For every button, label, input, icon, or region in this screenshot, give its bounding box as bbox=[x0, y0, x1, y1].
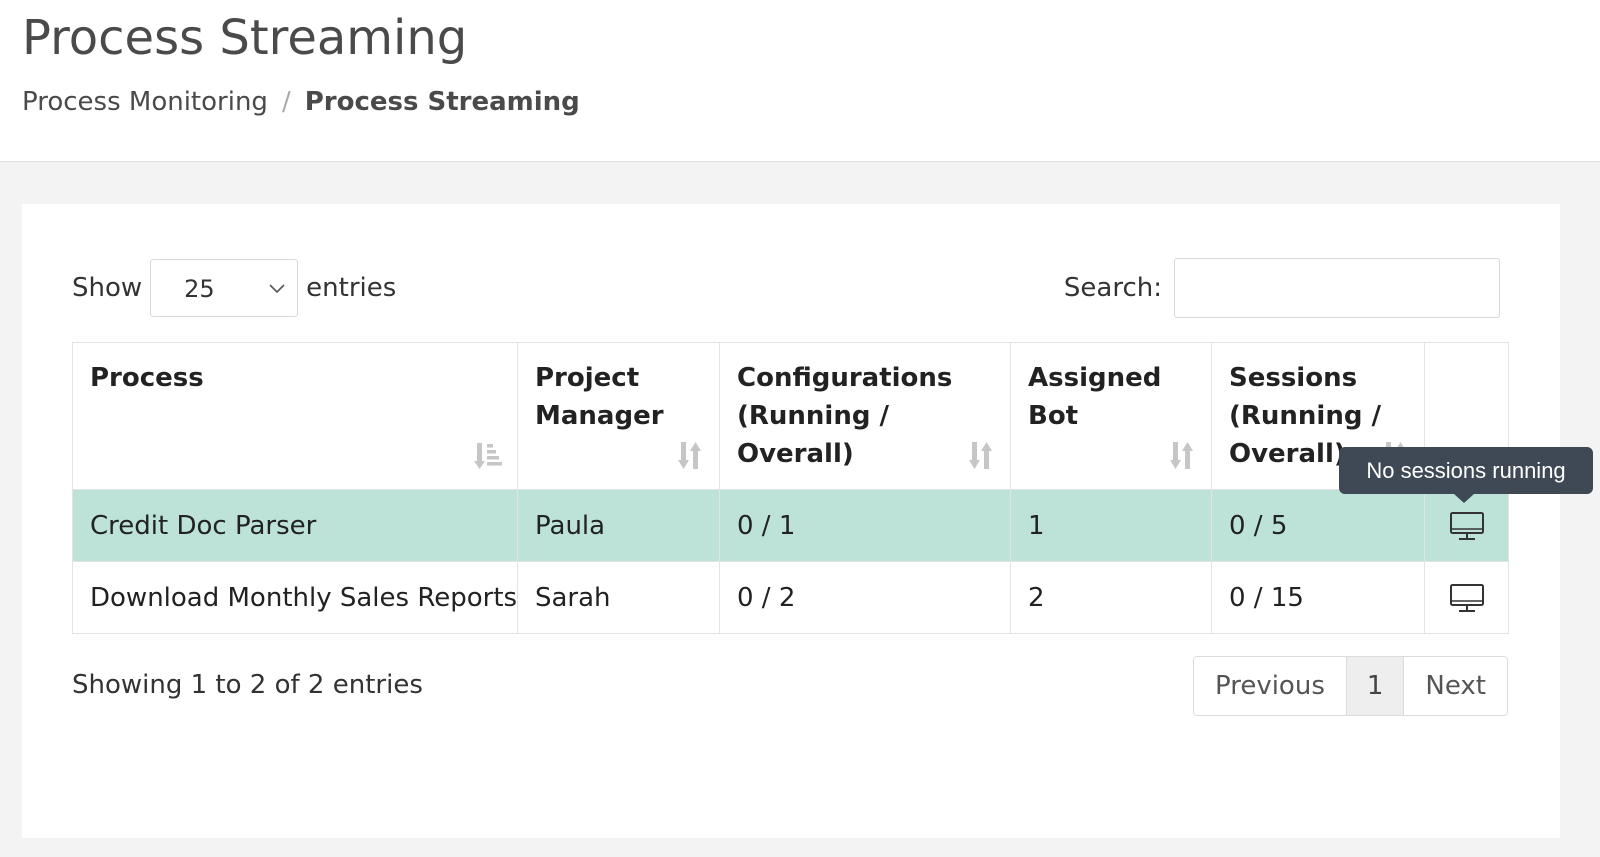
cell-process: Credit Doc Parser bbox=[72, 489, 518, 562]
cell-process: Download Monthly Sales Reports bbox=[72, 561, 518, 634]
table-info: Showing 1 to 2 of 2 entries bbox=[72, 670, 423, 700]
page-length-control: Show 25 entries bbox=[72, 258, 396, 318]
column-header-label: Configurations (Running / Overall) bbox=[737, 363, 953, 469]
monitor-icon[interactable] bbox=[1449, 511, 1485, 541]
entries-label: entries bbox=[306, 273, 397, 303]
pagination: Previous 1 Next bbox=[1192, 656, 1508, 716]
sort-icon bbox=[969, 442, 992, 469]
cell-assigned-bot: 2 bbox=[1010, 561, 1212, 634]
column-header-label: Process bbox=[90, 363, 204, 393]
column-header-label: Project Manager bbox=[535, 363, 664, 431]
pagination-page-1[interactable]: 1 bbox=[1345, 657, 1404, 715]
table-row[interactable]: Credit Doc Parser Paula 0 / 1 1 0 / 5 bbox=[72, 489, 1509, 562]
search-input[interactable] bbox=[1174, 258, 1500, 318]
breadcrumb-separator: / bbox=[281, 87, 291, 117]
breadcrumb: Process Monitoring / Process Streaming bbox=[22, 84, 580, 120]
show-label: Show bbox=[72, 273, 143, 303]
chevron-down-icon bbox=[269, 284, 285, 294]
cell-sessions: 0 / 5 bbox=[1211, 489, 1425, 562]
search-control: Search: bbox=[1064, 258, 1500, 318]
content-card: Show 25 entries Search: Process Project … bbox=[22, 204, 1560, 838]
page-header: Process Streaming Process Monitoring / Pro… bbox=[0, 0, 1600, 162]
page-length-value: 25 bbox=[184, 275, 215, 303]
column-header-process[interactable]: Process bbox=[72, 342, 518, 490]
column-header-label: Assigned Bot bbox=[1028, 363, 1162, 431]
monitor-icon[interactable] bbox=[1449, 583, 1485, 613]
process-table-wrap: Process Project Manager Configurations (… bbox=[72, 342, 1509, 634]
sort-icon bbox=[678, 442, 701, 469]
table-header-row: Process Project Manager Configurations (… bbox=[72, 342, 1509, 490]
column-header-project-manager[interactable]: Project Manager bbox=[517, 342, 720, 490]
cell-project-manager: Sarah bbox=[517, 561, 720, 634]
pagination-next[interactable]: Next bbox=[1403, 657, 1507, 715]
breadcrumb-current: Process Streaming bbox=[304, 87, 580, 117]
cell-configurations: 0 / 1 bbox=[719, 489, 1011, 562]
cell-project-manager: Paula bbox=[517, 489, 720, 562]
table-row[interactable]: Download Monthly Sales Reports Sarah 0 /… bbox=[72, 561, 1509, 634]
cell-assigned-bot: 1 bbox=[1010, 489, 1212, 562]
breadcrumb-process-monitoring[interactable]: Process Monitoring bbox=[22, 87, 268, 117]
cell-actions bbox=[1424, 561, 1509, 634]
column-header-configurations[interactable]: Configurations (Running / Overall) bbox=[719, 342, 1011, 490]
cell-sessions: 0 / 15 bbox=[1211, 561, 1425, 634]
page-title: Process Streaming bbox=[22, 10, 468, 66]
pagination-previous[interactable]: Previous bbox=[1193, 657, 1346, 715]
search-label: Search: bbox=[1063, 273, 1162, 303]
process-table: Process Project Manager Configurations (… bbox=[72, 342, 1509, 634]
sessions-tooltip: No sessions running bbox=[1339, 447, 1593, 503]
column-header-assigned-bot[interactable]: Assigned Bot bbox=[1010, 342, 1212, 490]
cell-configurations: 0 / 2 bbox=[719, 561, 1011, 634]
sort-icon bbox=[1170, 442, 1193, 469]
sort-ascending-icon bbox=[474, 443, 502, 469]
page-length-select[interactable]: 25 bbox=[150, 259, 299, 317]
